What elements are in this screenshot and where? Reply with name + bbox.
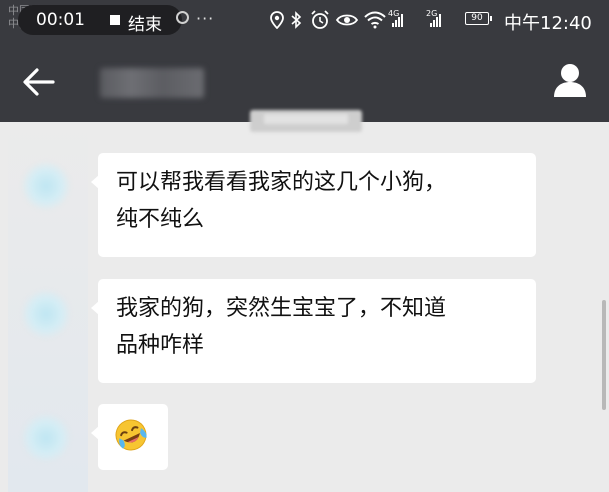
message-line: 我家的狗，突然生宝宝了，不知道	[116, 296, 447, 321]
back-button[interactable]	[20, 64, 60, 100]
message-bubble[interactable]: 我家的狗，突然生宝宝了，不知道 品种咋样	[91, 279, 536, 383]
message-bubble[interactable]	[91, 404, 168, 470]
time-divider-blurred	[250, 110, 362, 132]
notification-icon	[176, 11, 189, 24]
alarm-icon	[311, 10, 329, 29]
wifi-icon	[364, 11, 386, 29]
avatar[interactable]	[22, 290, 70, 338]
message-line: 可以帮我看看我家的这几个小狗，	[116, 170, 447, 195]
stop-icon	[110, 15, 120, 25]
profile-button[interactable]	[548, 60, 592, 100]
scrollbar[interactable]	[602, 300, 606, 410]
status-bar: 中国联通 中国移动 00:01 结束 ··· 4G	[0, 0, 609, 42]
back-arrow-icon	[23, 68, 55, 96]
eye-icon	[336, 14, 358, 26]
status-clock: 中午12:40	[504, 13, 592, 34]
location-icon	[270, 11, 284, 29]
signal-icon	[392, 12, 403, 27]
message-line: 纯不纯么	[116, 207, 205, 232]
message-bubble[interactable]: 可以帮我看看我家的这几个小狗， 纯不纯么	[91, 153, 536, 257]
avatar[interactable]	[22, 162, 70, 210]
bluetooth-icon	[291, 11, 302, 29]
message-line: 品种咋样	[116, 333, 205, 358]
person-icon	[554, 64, 586, 97]
avatar[interactable]	[22, 414, 70, 462]
call-timer: 00:01	[36, 10, 85, 30]
signal-icon-2	[430, 12, 441, 27]
battery-icon: 90	[465, 12, 492, 25]
end-call-button[interactable]: 结束	[128, 10, 162, 35]
crying-laughing-emoji-icon	[115, 419, 147, 451]
more-notifications: ···	[196, 9, 215, 28]
contact-name-blurred	[100, 68, 204, 98]
